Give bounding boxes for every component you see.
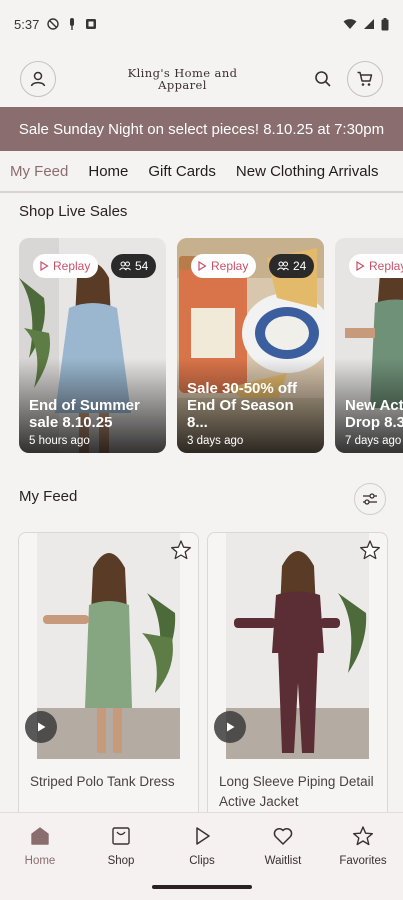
promo-banner[interactable]: Sale Sunday Night on select pieces! 8.10…	[0, 107, 403, 151]
nav-shop-label: Shop	[107, 855, 135, 867]
user-icon	[30, 71, 46, 87]
live-sale-title: New Act Drop 8.3	[345, 397, 403, 431]
product-card[interactable]: Striped Polo Tank Dress	[18, 532, 199, 822]
do-not-disturb-icon	[47, 18, 60, 30]
heart-icon	[273, 828, 293, 845]
app-header: Kling's Home and Apparel	[0, 56, 403, 102]
live-sale-time: 5 hours ago	[29, 435, 90, 447]
replay-label: Replay	[369, 259, 403, 273]
replay-badge: Replay	[349, 254, 403, 278]
filter-button[interactable]	[354, 483, 386, 515]
nav-waitlist[interactable]: Waitlist	[243, 825, 323, 867]
replay-label: Replay	[211, 259, 249, 273]
category-tabs: My Feed Home Gift Cards New Clothing Arr…	[0, 151, 403, 193]
status-time: 5:37	[14, 16, 40, 32]
viewer-count: 24	[293, 259, 307, 273]
product-name: Striped Polo Tank Dress	[30, 774, 175, 789]
cart-icon	[357, 71, 373, 86]
nav-home-label: Home	[24, 855, 56, 867]
favorite-star-icon[interactable]	[170, 539, 192, 561]
viewers-icon	[277, 261, 289, 271]
viewer-count-badge: 54	[111, 254, 157, 278]
live-sale-time: 7 days ago	[345, 435, 402, 447]
product-card[interactable]: Long Sleeve Piping Detail Active Jacket	[207, 532, 388, 822]
viewer-count-badge: 24	[269, 254, 315, 278]
home-indicator[interactable]	[152, 885, 252, 889]
wifi-icon	[343, 19, 357, 29]
nav-home[interactable]: Home	[0, 825, 80, 867]
home-icon	[31, 827, 49, 845]
live-sale-time: 3 days ago	[187, 435, 244, 447]
favorite-star-icon[interactable]	[359, 539, 381, 561]
nav-clips[interactable]: Clips	[162, 825, 242, 867]
live-sale-title: End of Summer sale 8.10.25	[29, 397, 140, 431]
signal-icon	[364, 19, 374, 29]
product-image	[37, 533, 180, 759]
cart-button[interactable]	[347, 61, 383, 97]
replay-badge: Replay	[33, 254, 99, 278]
video-play-button[interactable]	[214, 711, 246, 743]
nav-favorites-label: Favorites	[339, 855, 387, 867]
replay-label: Replay	[53, 259, 91, 273]
brand-line-2: Apparel	[158, 78, 207, 92]
live-sales-carousel[interactable]: Replay 54 End of Summer sale 8.10.25 5 h…	[19, 238, 403, 453]
nav-clips-label: Clips	[189, 855, 215, 867]
live-sale-card[interactable]: Replay 54 End of Summer sale 8.10.25 5 h…	[19, 238, 166, 453]
play-icon	[196, 827, 210, 845]
shop-bag-icon	[112, 827, 130, 845]
tab-new-clothing-arrivals[interactable]: New Clothing Arrivals	[236, 151, 379, 191]
status-bar: 5:37	[0, 0, 403, 48]
promo-banner-text: Sale Sunday Night on select pieces! 8.10…	[18, 120, 385, 138]
search-icon	[315, 71, 331, 87]
product-name: Long Sleeve Piping Detail Active Jacket	[219, 774, 374, 809]
filter-sliders-icon	[363, 493, 377, 505]
media-icon	[70, 18, 75, 30]
play-icon	[227, 722, 235, 732]
replay-badge: Replay	[191, 254, 257, 278]
notification-icon	[86, 19, 97, 29]
tab-my-feed[interactable]: My Feed	[10, 151, 68, 191]
replay-play-icon	[40, 261, 49, 271]
replay-play-icon	[198, 261, 207, 271]
tab-home[interactable]: Home	[88, 151, 128, 191]
replay-play-icon	[356, 261, 365, 271]
live-sale-card[interactable]: Replay 24 Sale 30-50% off End Of Season …	[177, 238, 324, 453]
star-icon	[353, 826, 373, 846]
nav-waitlist-label: Waitlist	[264, 855, 302, 867]
tab-gift-cards[interactable]: Gift Cards	[148, 151, 216, 191]
viewers-icon	[119, 261, 131, 271]
brand-logo[interactable]: Kling's Home and Apparel	[56, 67, 309, 91]
video-play-button[interactable]	[25, 711, 57, 743]
nav-favorites[interactable]: Favorites	[323, 825, 403, 867]
live-sales-title: Shop Live Sales	[19, 203, 128, 220]
live-sale-card[interactable]: Replay New Act Drop 8.3 7 days ago	[335, 238, 403, 453]
battery-icon	[381, 17, 389, 30]
play-icon	[38, 722, 46, 732]
nav-shop[interactable]: Shop	[81, 825, 161, 867]
account-button[interactable]	[20, 61, 56, 97]
product-image	[226, 533, 369, 759]
viewer-count: 54	[135, 259, 149, 273]
live-sale-title: Sale 30-50% off End Of Season 8...	[187, 380, 298, 431]
search-button[interactable]	[309, 65, 337, 93]
feed-title: My Feed	[19, 488, 78, 505]
